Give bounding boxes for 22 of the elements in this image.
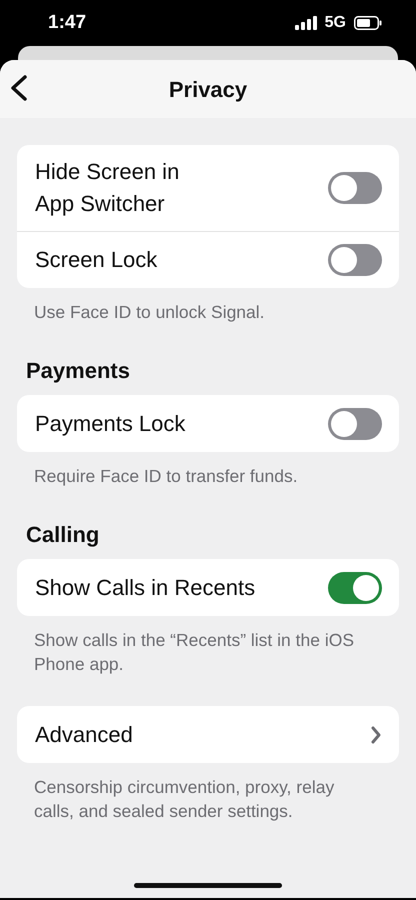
network-label: 5G xyxy=(324,13,346,33)
toggle-switch[interactable] xyxy=(328,572,382,604)
page-title: Privacy xyxy=(168,76,248,104)
section-header: Calling xyxy=(25,521,100,549)
section-footer: Censorship circumvention, proxy, relay calls, and sealed sender settings. xyxy=(0,763,416,823)
setting-label[interactable]: Advanced xyxy=(35,708,133,762)
setting-label: Screen Lock xyxy=(35,246,158,274)
section-header: Payments xyxy=(25,357,131,385)
section-footer: Require Face ID to transfer funds. xyxy=(0,452,416,488)
signal-icon xyxy=(294,16,317,30)
toggle-switch[interactable] xyxy=(328,244,382,276)
setting-label: Show Calls in Recents xyxy=(35,574,256,602)
status-time: 1:47 xyxy=(48,10,86,35)
toggle-switch[interactable] xyxy=(328,408,382,440)
battery-icon xyxy=(354,16,382,30)
chevron-icon xyxy=(370,724,382,744)
setting-label: Hide Screen in App Switcher xyxy=(35,158,180,218)
section-footer: Show calls in the “Recents” list in the iOS Phone app. xyxy=(0,616,416,676)
section-footer: Use Face ID to unlock Signal. xyxy=(0,288,416,324)
setting-label: Payments Lock xyxy=(35,410,186,438)
toggle-switch[interactable] xyxy=(328,172,382,204)
back-button[interactable] xyxy=(8,74,30,102)
